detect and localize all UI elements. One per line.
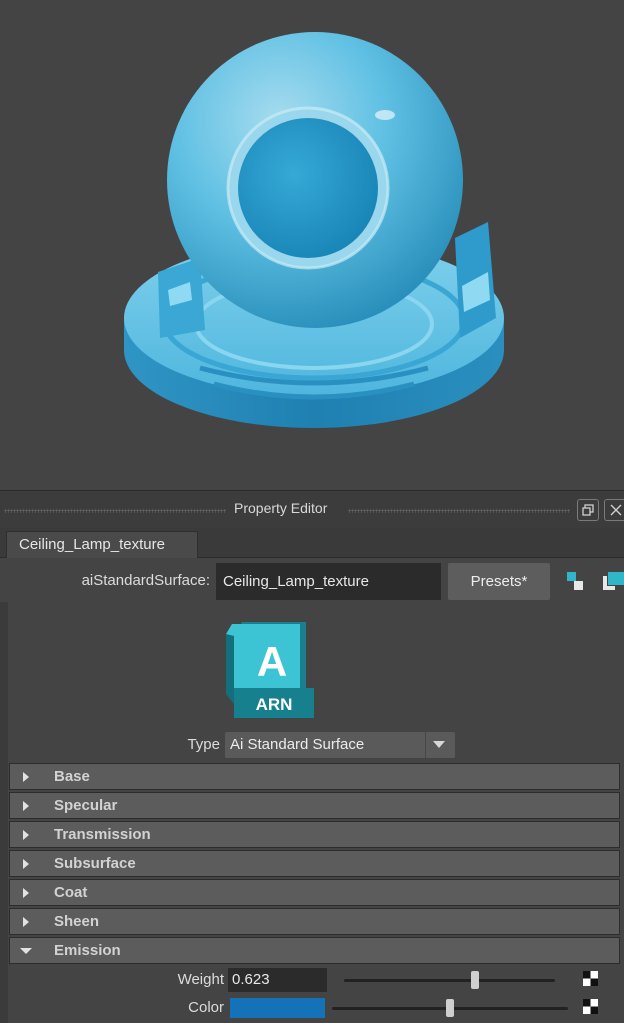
section-label: Specular (54, 797, 118, 814)
weight-slider-handle[interactable] (471, 971, 480, 989)
title-bar-grip-left (4, 509, 226, 513)
section-coat[interactable]: Coat (9, 879, 620, 906)
input-connections-icon[interactable] (567, 572, 583, 595)
expand-arrow-icon (23, 888, 29, 898)
section-subsurface[interactable]: Subsurface (9, 850, 620, 877)
expand-arrow-icon (23, 917, 29, 927)
section-emission[interactable]: Emission (9, 937, 620, 964)
node-name-input[interactable] (216, 563, 441, 600)
expand-arrow-icon (23, 801, 29, 811)
presets-button[interactable]: Presets* (448, 563, 550, 600)
node-row: aiStandardSurface: Presets* (0, 560, 624, 602)
expand-arrow-icon (23, 772, 29, 782)
select-divider (425, 732, 426, 758)
arnold-logo: A ARN (226, 622, 314, 718)
chevron-down-icon (433, 741, 445, 748)
section-transmission[interactable]: Transmission (9, 821, 620, 848)
checker-map-icon[interactable] (583, 999, 598, 1014)
expand-arrow-icon (23, 859, 29, 869)
close-icon[interactable] (604, 499, 624, 521)
shader-type-value: Ai Standard Surface (230, 736, 365, 753)
color-swatch[interactable] (230, 998, 325, 1018)
collapse-arrow-icon (20, 948, 32, 954)
tab-strip: Ceiling_Lamp_texture (0, 528, 624, 558)
emission-color-row: Color (0, 996, 624, 1020)
section-specular[interactable]: Specular (9, 792, 620, 819)
attribute-sections: Base Specular Transmission Subsurface Co… (9, 763, 620, 966)
section-label: Sheen (54, 913, 100, 930)
section-label: Transmission (54, 826, 151, 843)
float-window-icon[interactable] (577, 499, 599, 521)
shader-type-label: Type (187, 736, 220, 753)
weight-label: Weight (177, 971, 224, 988)
shader-type-select[interactable]: Ai Standard Surface (225, 732, 455, 758)
section-base[interactable]: Base (9, 763, 620, 790)
section-sheen[interactable]: Sheen (9, 908, 620, 935)
output-connections-icon[interactable] (603, 572, 624, 595)
arnold-logo-text: ARN (256, 695, 293, 714)
section-label: Emission (54, 942, 121, 959)
color-label: Color (188, 999, 224, 1016)
weight-field[interactable]: 0.623 (228, 968, 327, 992)
color-slider-handle[interactable] (446, 999, 454, 1017)
weight-slider-track[interactable] (344, 979, 555, 982)
shader-type-row: Type Ai Standard Surface (0, 731, 624, 759)
emission-weight-row: Weight 0.623 (0, 968, 624, 992)
checker-map-icon[interactable] (583, 971, 598, 986)
section-label: Coat (54, 884, 88, 901)
tab-ceiling-lamp-texture[interactable]: Ceiling_Lamp_texture (6, 531, 198, 558)
expand-arrow-icon (23, 830, 29, 840)
title-bar-grip-right (348, 509, 570, 513)
node-type-label: aiStandardSurface: (81, 572, 210, 589)
material-preview-render (124, 32, 504, 428)
property-editor-title-bar[interactable]: Property Editor (0, 490, 624, 528)
section-label: Subsurface (54, 855, 136, 872)
arnold-logo-letter: A (257, 638, 287, 685)
material-preview-viewport[interactable] (0, 0, 624, 490)
panel-title: Property Editor (234, 500, 328, 516)
left-gutter (0, 602, 8, 1023)
section-label: Base (54, 768, 90, 785)
